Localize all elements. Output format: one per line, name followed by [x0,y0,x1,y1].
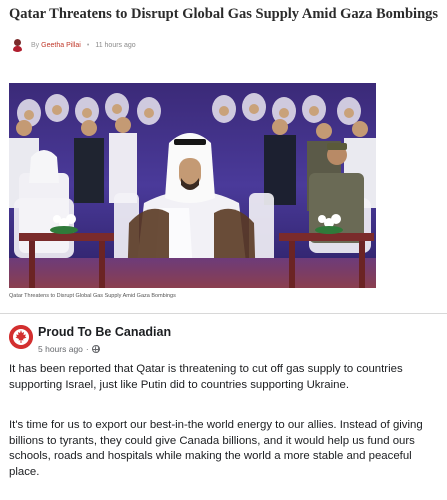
article-card: Qatar Threatens to Disrupt Global Gas Su… [0,0,447,312]
article-timestamp: 11 hours ago [95,41,136,49]
maple-leaf-icon [9,325,33,349]
facebook-post: Proud To Be Canadian 5 hours ago · It ha… [0,314,447,500]
post-timestamp[interactable]: 5 hours ago [38,344,83,354]
author-link[interactable]: Geetha Pillai [41,42,81,49]
page-avatar[interactable] [9,325,33,349]
article-photo-illustration [9,83,376,288]
post-paragraph-1: It has been reported that Qatar is threa… [9,363,403,391]
byline-separator: • [86,41,90,49]
byline-prefix: By [31,41,40,49]
article-headline[interactable]: Qatar Threatens to Disrupt Global Gas Su… [9,6,445,22]
article-photo[interactable] [9,83,376,288]
globe-icon[interactable] [91,345,100,353]
page-name-link[interactable]: Proud To Be Canadian [38,325,171,339]
post-paragraph-2: It's time for us to export our best-in-t… [9,419,423,478]
author-avatar-icon[interactable] [11,38,24,52]
meta-separator: · [85,344,89,354]
photo-caption: Qatar Threatens to Disrupt Global Gas Su… [9,293,176,299]
post-meta: 5 hours ago · [38,344,100,354]
article-byline: By Geetha Pillai • 11 hours ago [11,37,136,53]
